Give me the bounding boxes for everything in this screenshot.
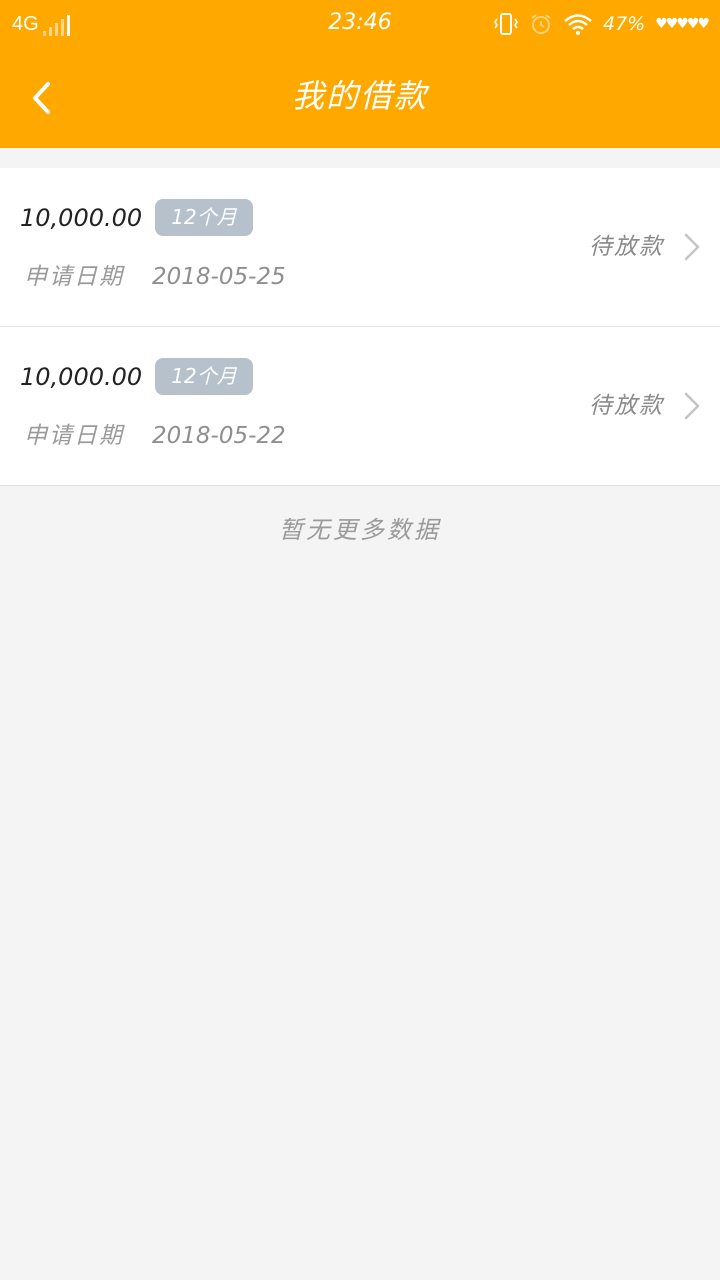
loan-term-badge: 12个月 — [155, 199, 253, 236]
header: 4G 23:46 47% ♥♥♥♥♥ 我的借款 — [0, 0, 720, 148]
battery-level: 47% — [603, 13, 646, 35]
loan-status: 待放款 — [589, 393, 664, 419]
apply-date-label: 申请日期 — [24, 264, 124, 290]
nav-bar: 我的借款 — [0, 48, 720, 148]
chevron-right-icon — [684, 392, 700, 420]
alarm-icon — [531, 14, 551, 34]
apply-date-label: 申请日期 — [24, 423, 124, 449]
loan-list: 10,000.00 12个月 申请日期 2018-05-25 待放款 10,00… — [0, 168, 720, 486]
loan-item[interactable]: 10,000.00 12个月 申请日期 2018-05-22 待放款 — [0, 327, 720, 486]
loan-amount: 10,000.00 — [20, 363, 143, 391]
wifi-icon — [564, 14, 592, 35]
loan-status: 待放款 — [589, 234, 664, 260]
loan-amount: 10,000.00 — [20, 204, 143, 232]
page-title: 我的借款 — [291, 77, 428, 115]
loan-term-badge: 12个月 — [155, 358, 253, 395]
apply-date-value: 2018-05-25 — [152, 264, 286, 290]
no-more-data-text: 暂无更多数据 — [279, 516, 441, 544]
chevron-right-icon — [684, 233, 700, 261]
apply-date-value: 2018-05-22 — [152, 423, 286, 449]
loan-item[interactable]: 10,000.00 12个月 申请日期 2018-05-25 待放款 — [0, 168, 720, 327]
vibrate-icon — [494, 13, 518, 35]
status-bar: 4G 23:46 47% ♥♥♥♥♥ — [0, 0, 720, 48]
heart-icon: ♥♥♥♥♥ — [655, 16, 710, 32]
status-right: 47% ♥♥♥♥♥ — [483, 10, 710, 38]
